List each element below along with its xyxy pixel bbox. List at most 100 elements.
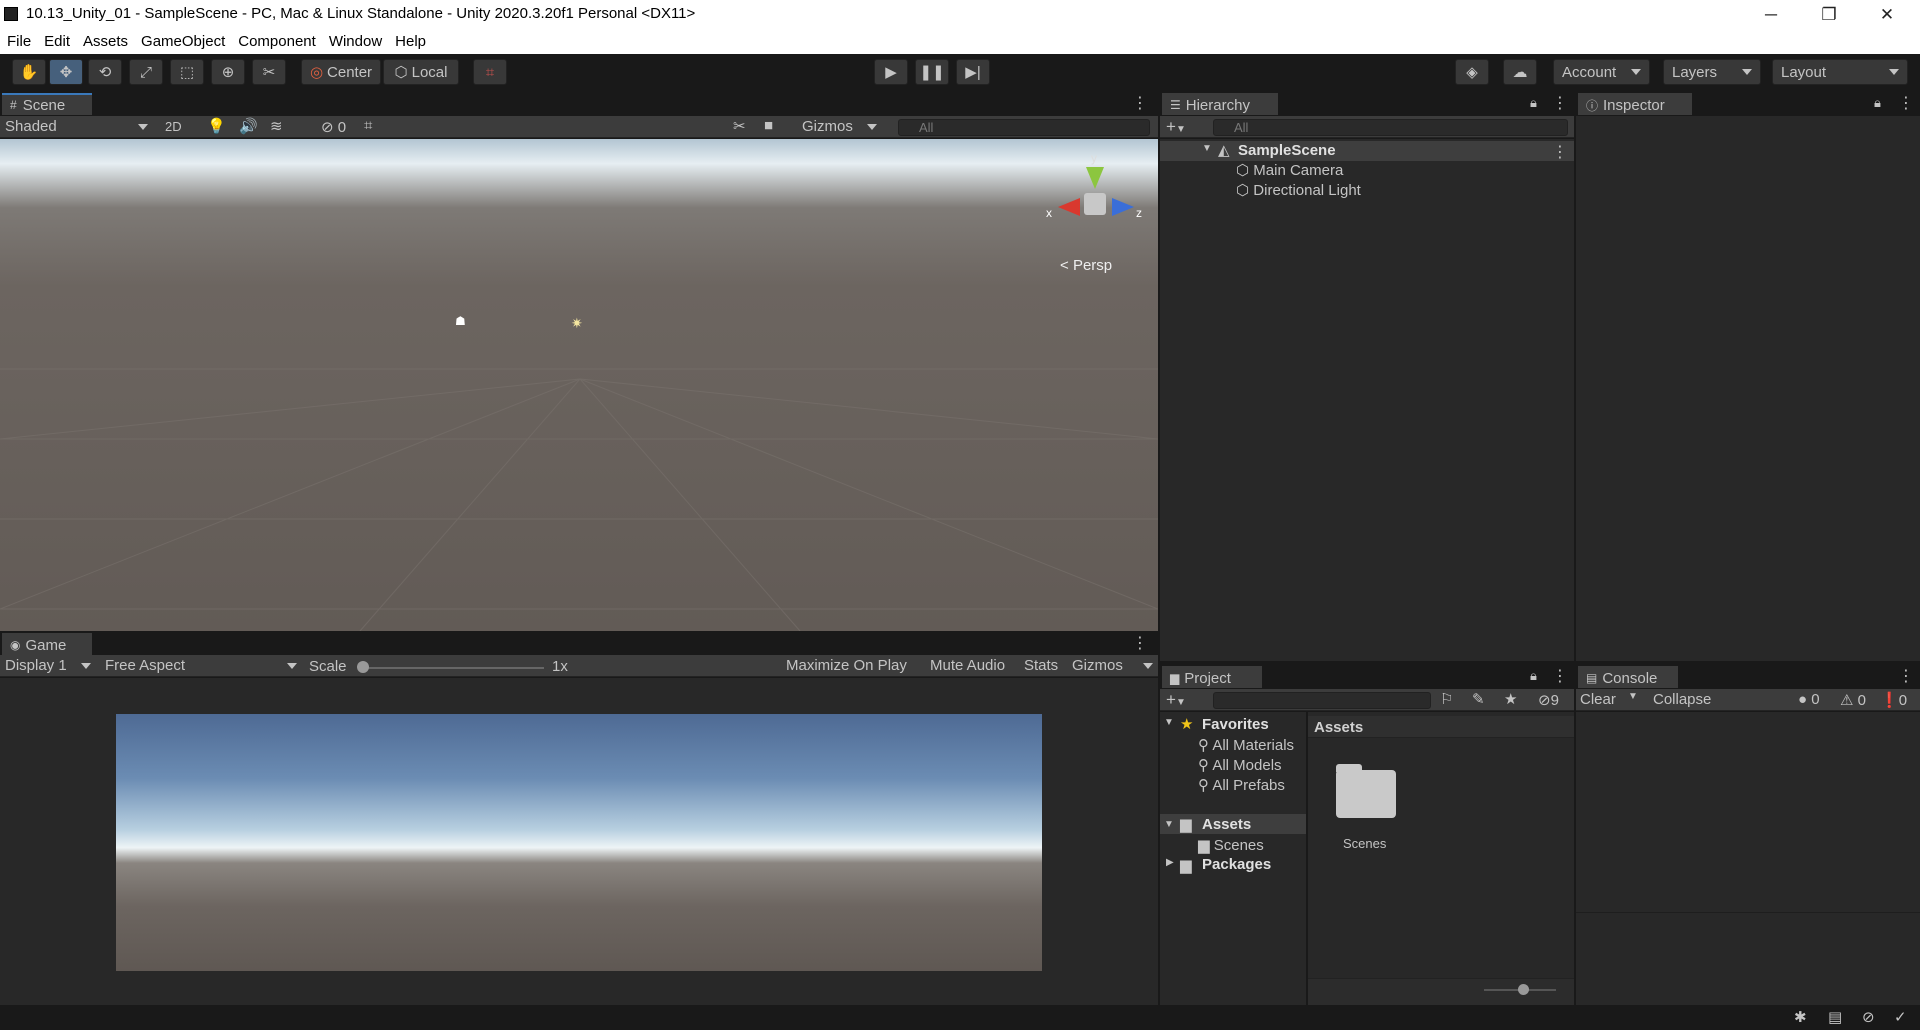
account-dropdown[interactable]: Account xyxy=(1553,59,1650,85)
rect-tool-icon[interactable]: ⬚ xyxy=(170,59,204,85)
menu-gameobject[interactable]: GameObject xyxy=(141,33,225,50)
more-menu-icon[interactable]: ⋮ xyxy=(1132,633,1148,653)
hidden-objects-icon[interactable]: ⊘ 0 xyxy=(321,118,346,136)
x-axis-cone[interactable] xyxy=(1058,198,1080,216)
collapse-arrow-icon[interactable]: ▶ xyxy=(1166,857,1174,868)
layout-dropdown[interactable]: Layout xyxy=(1772,59,1908,85)
check-icon[interactable]: ✓ xyxy=(1894,1008,1907,1026)
scale-slider-thumb[interactable] xyxy=(357,661,369,673)
lock-icon[interactable]: 🔒︎ xyxy=(1874,95,1881,111)
pause-button[interactable]: ❚❚ xyxy=(915,59,949,85)
scenes-folder-icon[interactable] xyxy=(1336,770,1396,818)
move-tool-icon[interactable]: ✥ xyxy=(49,59,83,85)
hand-tool-icon[interactable]: ✋ xyxy=(12,59,46,85)
step-button[interactable]: ▶| xyxy=(956,59,990,85)
lock-icon[interactable]: 🔒︎ xyxy=(1530,668,1537,684)
scene-viewport[interactable]: ☗ ✷ x y z < Persp xyxy=(0,139,1158,631)
hidden-packages-icon[interactable]: ⊘9 xyxy=(1538,691,1559,709)
search-by-label-icon[interactable]: ✎ xyxy=(1472,690,1485,708)
list-item[interactable]: ⚲ All Materials xyxy=(1198,736,1294,754)
minimize-button[interactable]: ─ xyxy=(1742,0,1800,29)
packages-folder-label[interactable]: Packages xyxy=(1202,856,1271,873)
gizmos-dropdown[interactable]: Gizmos xyxy=(802,118,877,135)
menu-window[interactable]: Window xyxy=(329,33,382,50)
snap-grid-icon[interactable]: ⌗ xyxy=(473,59,507,85)
cache-icon[interactable]: ▤ xyxy=(1828,1008,1842,1026)
pivot-center-button[interactable]: ◎ Center xyxy=(301,59,381,85)
lock-icon[interactable]: 🔒︎ xyxy=(1530,95,1537,111)
hierarchy-search-input[interactable]: All xyxy=(1213,119,1568,136)
project-search-input[interactable] xyxy=(1213,692,1431,709)
tab-scene[interactable]: # Scene xyxy=(2,93,92,115)
effects-toggle-icon[interactable]: ≋ xyxy=(270,117,283,135)
menu-component[interactable]: Component xyxy=(238,33,316,50)
more-menu-icon[interactable]: ⋮ xyxy=(1898,666,1914,686)
tools-icon[interactable]: ✂ xyxy=(733,117,746,135)
maximize-on-play-toggle[interactable]: Maximize On Play xyxy=(786,657,907,674)
more-menu-icon[interactable]: ⋮ xyxy=(1552,666,1568,686)
scenes-folder-label[interactable]: Scenes xyxy=(1343,836,1386,851)
menu-help[interactable]: Help xyxy=(395,33,426,50)
z-axis-cone[interactable] xyxy=(1112,198,1134,216)
list-item[interactable]: ⚲ All Models xyxy=(1198,756,1282,774)
mute-audio-toggle[interactable]: Mute Audio xyxy=(930,657,1005,674)
list-item[interactable]: ⬡ Main Camera xyxy=(1236,161,1343,179)
create-asset-button[interactable]: +▼ xyxy=(1166,690,1186,710)
list-item[interactable]: ▆ Scenes xyxy=(1198,836,1264,854)
2d-toggle-button[interactable]: 2D xyxy=(165,119,182,134)
tab-project[interactable]: ▆ Project xyxy=(1162,666,1262,688)
play-button[interactable]: ▶ xyxy=(874,59,908,85)
favorites-label[interactable]: Favorites xyxy=(1202,716,1269,733)
bug-report-icon[interactable]: ✱ xyxy=(1794,1008,1807,1026)
audio-toggle-icon[interactable]: 🔊 xyxy=(239,117,258,135)
menu-edit[interactable]: Edit xyxy=(44,33,70,50)
close-button[interactable]: ✕ xyxy=(1858,0,1916,29)
lighting-toggle-icon[interactable]: 💡 xyxy=(207,117,226,135)
stats-toggle[interactable]: Stats xyxy=(1024,657,1058,674)
expand-arrow-icon[interactable]: ▼ xyxy=(1164,717,1174,728)
search-by-type-icon[interactable]: ⚐ xyxy=(1440,690,1453,708)
custom-tool-icon[interactable]: ✂ xyxy=(252,59,286,85)
transform-tool-icon[interactable]: ⊕ xyxy=(211,59,245,85)
add-object-button[interactable]: +▼ xyxy=(1166,117,1186,137)
debug-icon[interactable]: ⊘ xyxy=(1862,1008,1875,1026)
layers-dropdown[interactable]: Layers xyxy=(1663,59,1761,85)
maximize-button[interactable]: ❐ xyxy=(1800,0,1858,29)
scale-slider-track[interactable] xyxy=(362,667,544,669)
tab-hierarchy[interactable]: ☰ Hierarchy xyxy=(1162,93,1278,115)
warning-filter-toggle[interactable]: ⚠ 0 xyxy=(1840,691,1866,709)
breadcrumb[interactable]: Assets xyxy=(1314,719,1363,736)
clear-options-dropdown[interactable]: ▼ xyxy=(1628,691,1638,702)
orientation-gizmo[interactable]: x y z xyxy=(1040,151,1150,241)
rotate-tool-icon[interactable]: ⟲ xyxy=(88,59,122,85)
camera-gizmo-icon[interactable]: ☗ xyxy=(455,314,466,328)
favorite-star-icon[interactable]: ★ xyxy=(1504,690,1517,708)
scene-grid-icon[interactable]: ⌗ xyxy=(364,117,372,134)
tab-console[interactable]: ▤ Console xyxy=(1578,666,1678,688)
cloud-icon[interactable]: ☁ xyxy=(1503,59,1537,85)
gizmo-center-cube[interactable] xyxy=(1084,193,1106,215)
menu-assets[interactable]: Assets xyxy=(83,33,128,50)
icon-size-slider-thumb[interactable] xyxy=(1518,984,1529,995)
shading-dropdown[interactable]: Shaded xyxy=(5,118,148,135)
more-menu-icon[interactable]: ⋮ xyxy=(1132,93,1148,113)
more-menu-icon[interactable]: ⋮ xyxy=(1552,93,1568,113)
pivot-local-button[interactable]: ⬡ Local xyxy=(383,59,459,85)
expand-arrow-icon[interactable]: ▼ xyxy=(1164,819,1174,830)
more-menu-icon[interactable]: ⋮ xyxy=(1552,142,1568,162)
y-axis-cone[interactable] xyxy=(1086,167,1104,189)
more-menu-icon[interactable]: ⋮ xyxy=(1898,93,1914,113)
collab-icon[interactable]: ◈ xyxy=(1455,59,1489,85)
tab-game[interactable]: ◉ Game xyxy=(2,633,92,655)
display-dropdown[interactable]: Display 1 xyxy=(5,657,91,674)
expand-arrow-icon[interactable]: ▼ xyxy=(1202,143,1212,154)
game-render-view[interactable] xyxy=(116,714,1042,971)
scene-search-input[interactable]: All xyxy=(898,119,1150,136)
info-filter-toggle[interactable]: ● 0 xyxy=(1798,691,1820,708)
scale-tool-icon[interactable]: ⤢ xyxy=(129,59,163,85)
collapse-toggle[interactable]: Collapse xyxy=(1653,691,1711,708)
game-gizmos-dropdown[interactable]: Gizmos xyxy=(1072,657,1153,674)
camera-icon[interactable]: ■ xyxy=(764,117,773,134)
error-filter-toggle[interactable]: ❗0 xyxy=(1880,691,1907,709)
light-gizmo-icon[interactable]: ✷ xyxy=(571,315,583,332)
